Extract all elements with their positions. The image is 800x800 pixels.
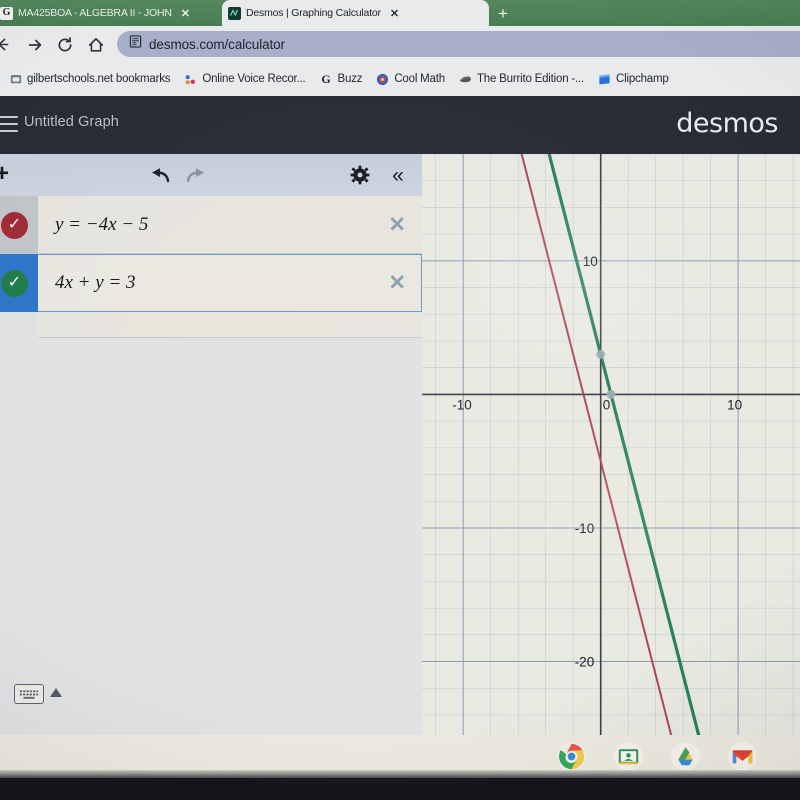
bookmark-online-voice-recorder[interactable]: Online Voice Recor... [177, 67, 312, 91]
classroom-icon[interactable] [613, 741, 644, 772]
gear-icon[interactable] [348, 164, 372, 186]
add-expression-button[interactable]: + [0, 162, 9, 186]
screen: G MA425BOA - ALGEBRA II - JOHN ✕ Desmos … [0, 0, 800, 800]
address-bar[interactable]: desmos.com/calculator [117, 31, 800, 57]
taskbar-icons [556, 741, 758, 772]
browser-tab-strip: G MA425BOA - ALGEBRA II - JOHN ✕ Desmos … [0, 0, 800, 26]
expression-color-toggle[interactable]: ✓ [1, 211, 28, 239]
bookmark-burrito-edition[interactable]: The Burrito Edition -... [452, 67, 591, 91]
tab-title: Desmos | Graphing Calculator [246, 7, 381, 19]
svg-text:10: 10 [583, 254, 598, 269]
bookmark-cool-math[interactable]: Cool Math [369, 67, 452, 91]
new-tab-button[interactable]: + [490, 2, 516, 24]
redo-button[interactable] [184, 164, 208, 186]
expression-text: y = −4x − 5 [55, 213, 149, 235]
graph-canvas[interactable]: -10 0 10 10 -10 -20 [422, 154, 800, 735]
expression-gutter: ✓ [0, 254, 38, 312]
caret-up-icon[interactable] [50, 688, 62, 697]
bookmark-buzz[interactable]: G Buzz [313, 67, 370, 91]
expression-color-toggle[interactable]: ✓ [1, 269, 28, 297]
tab-close-icon[interactable]: ✕ [181, 7, 190, 20]
expression-gutter: ✓ [0, 196, 38, 254]
bookmark-clipchamp[interactable]: Clipchamp [591, 67, 676, 91]
bookmark-gilbertschools[interactable]: gilbertschools.net bookmarks [2, 67, 177, 91]
bookmark-label: Clipchamp [616, 73, 669, 85]
svg-text:-10: -10 [452, 397, 472, 412]
undo-button[interactable] [148, 164, 172, 186]
expression-row-empty[interactable] [38, 312, 422, 338]
clipchamp-icon [598, 73, 611, 86]
expression-body[interactable]: 4x + y = 3 ✕ [38, 254, 422, 312]
google-classroom-favicon: G [0, 6, 13, 20]
browser-tab-0[interactable]: G MA425BOA - ALGEBRA II - JOHN ✕ [0, 0, 220, 26]
desmos-header: Untitled Graph desmos [0, 96, 800, 154]
tab-title: MA425BOA - ALGEBRA II - JOHN [18, 7, 172, 19]
chrome-icon[interactable] [556, 741, 587, 772]
delete-expression-button[interactable]: ✕ [388, 273, 406, 294]
drive-icon[interactable] [670, 741, 701, 772]
svg-text:-10: -10 [575, 521, 595, 536]
desmos-favicon [228, 6, 241, 20]
home-button[interactable] [85, 34, 106, 55]
expression-body[interactable]: y = −4x − 5 ✕ [38, 196, 422, 254]
expression-row-1[interactable]: ✓ y = −4x − 5 ✕ [0, 196, 422, 254]
url-text: desmos.com/calculator [149, 36, 285, 52]
folder-icon [9, 73, 22, 86]
bookmark-label: Cool Math [394, 73, 445, 85]
svg-text:0: 0 [603, 397, 611, 412]
expression-row-2[interactable]: ✓ 4x + y = 3 ✕ [0, 254, 422, 312]
expression-list: ✓ y = −4x − 5 ✕ ✓ 4x + y = 3 ✕ [0, 196, 422, 338]
bookmarks-bar: gilbertschools.net bookmarks Online Voic… [0, 62, 800, 96]
expression-text: 4x + y = 3 [55, 272, 136, 293]
page-title[interactable]: Untitled Graph [24, 114, 119, 130]
bookmark-label: The Burrito Edition -... [476, 73, 585, 85]
gmail-icon[interactable] [727, 741, 758, 772]
svg-text:-20: -20 [575, 655, 595, 670]
google-g-icon: G [321, 72, 331, 86]
page-icon [129, 35, 142, 53]
dots-icon [184, 73, 197, 86]
svg-text:10: 10 [727, 397, 742, 412]
back-button[interactable] [0, 34, 13, 55]
burrito-icon [459, 73, 472, 86]
menu-icon[interactable] [0, 116, 18, 132]
collapse-panel-button[interactable]: « [385, 162, 411, 188]
bookmark-label: Online Voice Recor... [202, 73, 306, 85]
keyboard-icon[interactable] [14, 684, 44, 704]
bookmark-label: gilbertschools.net bookmarks [27, 73, 171, 85]
desmos-logo: desmos [676, 108, 778, 139]
forward-button[interactable] [24, 34, 45, 55]
tab-close-icon[interactable]: ✕ [390, 7, 399, 20]
delete-expression-button[interactable]: ✕ [388, 215, 406, 236]
target-icon [376, 73, 389, 86]
expression-panel: + « ✓ y = −4x − 5 ✕ ✓ 4x + y = 3 ✕ [0, 154, 422, 754]
reload-button[interactable] [54, 34, 75, 55]
bookmark-label: Buzz [337, 73, 363, 85]
graph-plot: -10 0 10 10 -10 -20 [422, 154, 800, 735]
screen-bezel [0, 778, 800, 800]
expression-toolbar: + « [0, 154, 422, 196]
browser-tab-1[interactable]: Desmos | Graphing Calculator ✕ [222, 0, 489, 26]
